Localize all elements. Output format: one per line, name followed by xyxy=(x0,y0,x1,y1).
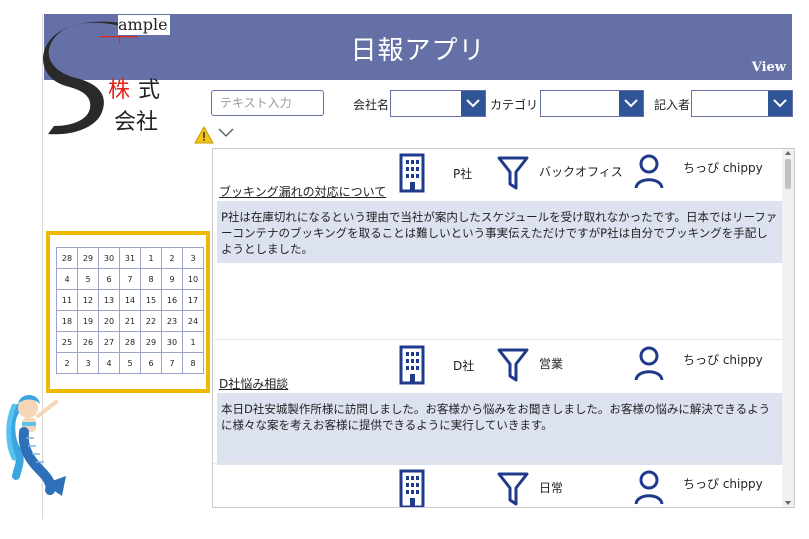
calendar-day[interactable]: 29 xyxy=(141,332,161,352)
filter-icon xyxy=(497,155,529,195)
calendar-day[interactable]: 10 xyxy=(183,269,203,289)
building-icon xyxy=(399,469,425,507)
view-link[interactable]: View xyxy=(752,60,786,75)
person-icon xyxy=(633,153,665,193)
calendar-day[interactable]: 4 xyxy=(99,353,119,373)
calendar-day[interactable]: 4 xyxy=(57,269,77,289)
calendar-day[interactable]: 12 xyxy=(78,290,98,310)
calendar-day[interactable]: 7 xyxy=(162,353,182,373)
gallery-scrollbar[interactable] xyxy=(782,149,794,507)
calendar-day[interactable]: 3 xyxy=(183,248,203,268)
scroll-thumb[interactable] xyxy=(785,159,791,189)
calendar-day[interactable]: 19 xyxy=(78,311,98,331)
calendar-day[interactable]: 27 xyxy=(99,332,119,352)
report-record[interactable]: 日常ちっぴ chippyGWでの過ごし方 xyxy=(213,465,783,507)
calendar-day[interactable]: 2 xyxy=(162,248,182,268)
calendar-day[interactable]: 30 xyxy=(99,248,119,268)
record-divider xyxy=(213,339,783,340)
category-filter-label: カテゴリ xyxy=(490,98,539,112)
logo-shiki-text: 式 xyxy=(138,78,161,103)
warning-icon xyxy=(194,126,214,144)
calendar-day[interactable]: 21 xyxy=(120,311,140,331)
category-text: バックオフィス xyxy=(539,165,623,179)
report-title-link[interactable]: D社悩み相談 xyxy=(219,375,288,392)
filter-icon xyxy=(497,471,529,507)
building-icon xyxy=(399,345,425,389)
company-text: D社 xyxy=(453,359,475,373)
calendar-day[interactable]: 18 xyxy=(57,311,77,331)
calendar-day[interactable]: 1 xyxy=(183,332,203,352)
calendar-day[interactable]: 26 xyxy=(78,332,98,352)
calendar-day[interactable]: 5 xyxy=(78,269,98,289)
calendar-day[interactable]: 9 xyxy=(162,269,182,289)
author-dropdown[interactable] xyxy=(691,90,793,117)
person-icon xyxy=(633,345,665,385)
calendar-day[interactable]: 7 xyxy=(120,269,140,289)
calendar-day[interactable]: 24 xyxy=(183,311,203,331)
calendar-day[interactable]: 30 xyxy=(162,332,182,352)
report-record[interactable]: P社 バックオフィス ちっぴ chippy ブッキング漏れの対応について P社は在庫切れ… xyxy=(213,149,783,339)
report-body: 本日D社安城製作所様に訪問しました。お客様から悩みをお聞きしました。お客様の悩み… xyxy=(217,393,783,465)
scroll-up-arrow[interactable] xyxy=(785,151,791,155)
calendar-day[interactable]: 22 xyxy=(141,311,161,331)
chevron-down-icon[interactable] xyxy=(768,91,792,116)
calendar-day[interactable]: 28 xyxy=(57,248,77,268)
logo-kaisha-text: 会社 xyxy=(114,110,159,135)
calendar-day[interactable]: 29 xyxy=(78,248,98,268)
mermaid-illustration xyxy=(6,395,66,496)
calendar: 28 29 30 31 1 2 3 4 5 6 7 8 9 10 11 12 13 14 15 16 17 18 19 20 2… xyxy=(46,231,210,393)
record-divider xyxy=(213,463,783,464)
building-icon xyxy=(399,153,425,197)
company-filter-label: 会社名 xyxy=(353,98,390,112)
category-text: 営業 xyxy=(539,357,564,371)
report-gallery[interactable]: P社 バックオフィス ちっぴ chippy ブッキング漏れの対応について P社は在庫切れ… xyxy=(212,148,795,508)
expand-chevron-icon[interactable] xyxy=(217,125,235,139)
logo-ample-text: ample xyxy=(118,15,170,35)
calendar-day[interactable]: 14 xyxy=(120,290,140,310)
report-title-link[interactable]: ブッキング漏れの対応について xyxy=(219,183,386,200)
calendar-day[interactable]: 6 xyxy=(99,269,119,289)
search-input[interactable] xyxy=(211,90,324,116)
calendar-day[interactable]: 8 xyxy=(183,353,203,373)
logo-kabu-text: 株 xyxy=(108,78,131,103)
calendar-day[interactable]: 13 xyxy=(99,290,119,310)
calendar-day[interactable]: 1 xyxy=(141,248,161,268)
company-text: P社 xyxy=(453,167,473,181)
calendar-day[interactable]: 20 xyxy=(99,311,119,331)
calendar-day[interactable]: 17 xyxy=(183,290,203,310)
company-dropdown[interactable] xyxy=(390,90,486,117)
filter-icon xyxy=(497,347,529,387)
person-icon xyxy=(633,469,665,507)
author-text: ちっぴ chippy xyxy=(683,161,763,175)
calendar-day[interactable]: 11 xyxy=(57,290,77,310)
calendar-day[interactable]: 28 xyxy=(120,332,140,352)
calendar-day[interactable]: 8 xyxy=(141,269,161,289)
author-filter-label: 記入者 xyxy=(654,98,691,112)
category-text: 日常 xyxy=(539,481,564,495)
calendar-day[interactable]: 25 xyxy=(57,332,77,352)
calendar-grid: 28 29 30 31 1 2 3 4 5 6 7 8 9 10 11 12 13 14 15 16 17 18 19 20 2… xyxy=(56,247,204,374)
chevron-down-icon[interactable] xyxy=(619,91,643,116)
author-text: ちっぴ chippy xyxy=(683,477,763,491)
report-record[interactable]: D社 営業 ちっぴ chippy D社悩み相談 本日D社安城製作所様に訪問しました。お客… xyxy=(213,341,783,465)
company-logo: ample 株 式 会社 xyxy=(42,14,172,139)
calendar-day[interactable]: 2 xyxy=(57,353,77,373)
author-text: ちっぴ chippy xyxy=(683,353,763,367)
calendar-day[interactable]: 5 xyxy=(120,353,140,373)
category-dropdown[interactable] xyxy=(540,90,644,117)
scroll-down-arrow[interactable] xyxy=(785,501,791,505)
chevron-down-icon[interactable] xyxy=(461,91,485,116)
calendar-day[interactable]: 16 xyxy=(162,290,182,310)
calendar-day[interactable]: 15 xyxy=(141,290,161,310)
report-body: P社は在庫切れになるという理由で当社が案内したスケジュールを受け取れなかったです… xyxy=(217,201,783,263)
calendar-day[interactable]: 3 xyxy=(78,353,98,373)
calendar-day[interactable]: 6 xyxy=(141,353,161,373)
calendar-day[interactable]: 31 xyxy=(120,248,140,268)
calendar-day[interactable]: 23 xyxy=(162,311,182,331)
